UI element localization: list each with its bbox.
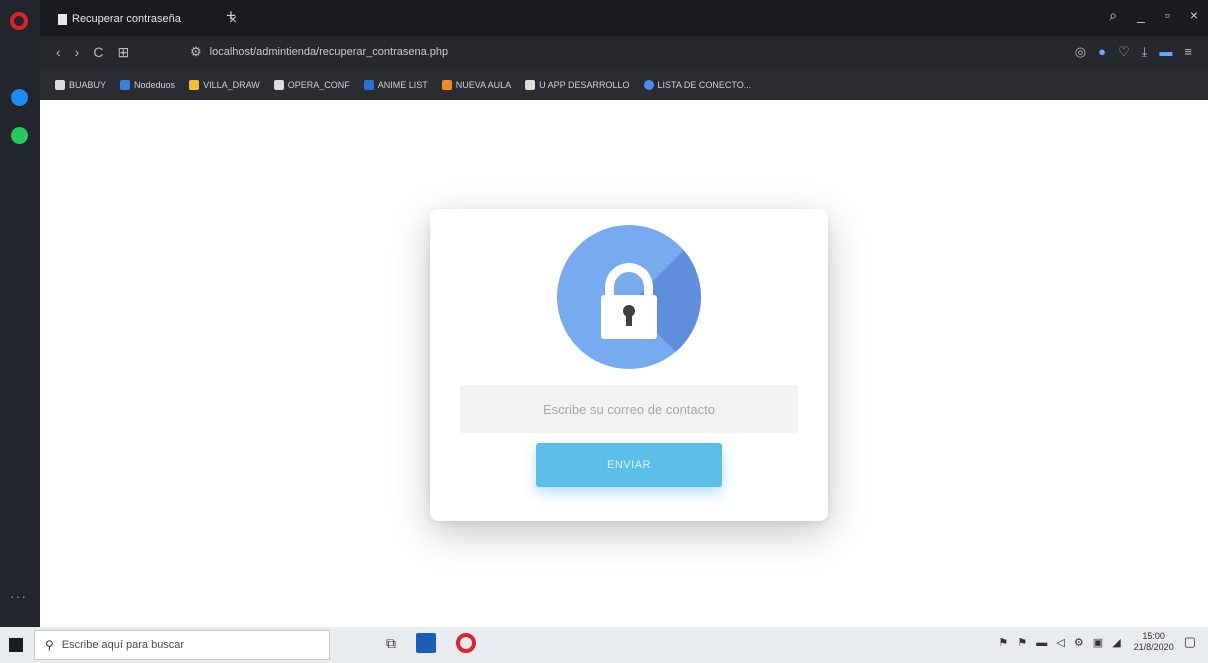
address-bar[interactable]: ⚙ localhost/admintienda/recuperar_contra… [190, 44, 448, 60]
taskbar-search[interactable]: ⚲ Escribe aquí para buscar [34, 630, 330, 660]
bookmark-nodeduos[interactable]: Nodeduos [120, 80, 175, 90]
windows-taskbar: ⚲ Escribe aquí para buscar ⧉ ⚑ ⚑ ▬ ◁ ⚙ ▣… [0, 627, 1208, 663]
clock-time: 15:00 [1142, 631, 1165, 641]
bookmark-label: VILLA_DRAW [203, 80, 260, 90]
bookmark-label: LISTA DE CONECTO... [657, 80, 752, 90]
tray-icons[interactable]: ⚑ ⚑ ▬ ◁ ⚙ ▣ ◢ [998, 636, 1123, 649]
list-icon [363, 80, 374, 90]
opera-sidebar: ··· [0, 0, 40, 627]
easy-setup-icon[interactable]: ≡ [1184, 44, 1192, 60]
bookmark-label: Nodeduos [134, 80, 176, 90]
favorites-icon[interactable]: ♡ [1118, 44, 1130, 60]
globe-icon [643, 80, 654, 90]
page-icon [525, 80, 536, 90]
new-tab-button[interactable]: + [226, 6, 236, 26]
notification-icon[interactable]: ▢ [1184, 634, 1196, 650]
url-text[interactable]: localhost/admintienda/recuperar_contrase… [210, 46, 449, 58]
whatsapp-icon[interactable] [11, 127, 28, 144]
clock-date: 21/8/2020 [1133, 642, 1174, 652]
bookmark-buabuy[interactable]: BUABUY [55, 80, 106, 90]
browser-toolbar: ◎ ● ♡ ⤓ ▬ ≡ [1075, 44, 1192, 60]
task-view-icon[interactable]: ⧉ [386, 635, 396, 652]
windows-start-icon[interactable] [9, 638, 23, 652]
taskbar-search-placeholder: Escribe aquí para buscar [61, 639, 185, 651]
page-content: ENVIAR [40, 100, 1208, 627]
email-field[interactable] [460, 385, 798, 433]
search-icon: ⚲ [45, 638, 54, 652]
vpn-icon[interactable]: ● [1098, 44, 1106, 60]
bookmark-lista-conecto[interactable]: LISTA DE CONECTO... [643, 80, 752, 90]
snapshot-icon[interactable]: ◎ [1075, 44, 1086, 60]
gear-icon [273, 80, 284, 90]
battery-saver-icon[interactable]: ▬ [1159, 44, 1172, 60]
bookmark-label: ANIME LIST [377, 80, 428, 90]
keyhole-slot [626, 312, 632, 326]
back-button[interactable]: ‹ [56, 44, 61, 61]
bookmark-label: OPERA_CONF [287, 80, 350, 90]
bookmark-villa-draw[interactable]: VILLA_DRAW [189, 80, 260, 90]
maximize-button[interactable]: ▫ [1165, 7, 1170, 24]
page-icon [55, 80, 65, 90]
forward-button[interactable]: › [75, 44, 80, 61]
navigation-buttons: ‹ › C ⊞ [56, 44, 129, 61]
bookmarks-bar: BUABUY Nodeduos VILLA_DRAW OPERA_CONF AN… [40, 70, 1208, 100]
address-bar-row: ‹ › C ⊞ ⚙ localhost/admintienda/recupera… [40, 36, 1208, 70]
facebook-icon [120, 80, 131, 90]
bookmark-label: U APP DESARROLLO [539, 80, 630, 90]
close-button[interactable]: × [1190, 7, 1198, 24]
opera-logo-icon[interactable] [10, 12, 28, 30]
recovery-card: ENVIAR [430, 209, 828, 521]
sidebar-more-button[interactable]: ··· [10, 588, 27, 604]
bookmark-label: NUEVA AULA [455, 80, 512, 90]
messenger-icon[interactable] [11, 89, 28, 106]
site-info-icon[interactable]: ⚙ [190, 44, 202, 60]
tab-recuperar[interactable]: Recuperar contraseña × [58, 6, 242, 32]
reload-button[interactable]: C [93, 44, 103, 61]
bookmark-anime-list[interactable]: ANIME LIST [363, 80, 428, 90]
system-tray: ⚑ ⚑ ▬ ◁ ⚙ ▣ ◢ 15:00 21/8/2020 ▢ [998, 631, 1196, 653]
lock-body [601, 295, 657, 339]
window-controls: ⌕ _ ▫ × [1109, 7, 1198, 24]
tab-search-icon[interactable]: ⌕ [1109, 7, 1117, 24]
bookmark-label: BUABUY [69, 80, 107, 90]
tab-bar: Recuperar contraseña × + ⌕ _ ▫ × [40, 0, 1208, 36]
minimize-button[interactable]: _ [1137, 7, 1145, 24]
opera-app-icon[interactable] [456, 633, 476, 653]
aula-icon [441, 80, 452, 90]
taskbar-apps: ⧉ [386, 633, 476, 653]
bookmark-nueva-aula[interactable]: NUEVA AULA [441, 80, 512, 90]
speed-dial-button[interactable]: ⊞ [117, 44, 129, 61]
bookmark-opera-conf[interactable]: OPERA_CONF [273, 80, 350, 90]
tab-title: Recuperar contraseña [72, 13, 181, 25]
send-button[interactable]: ENVIAR [536, 443, 722, 487]
drive-icon [189, 80, 200, 90]
lock-icon [557, 225, 701, 369]
clock[interactable]: 15:00 21/8/2020 [1134, 631, 1174, 653]
word-app-icon[interactable] [416, 633, 436, 653]
page-favicon-icon [58, 13, 67, 25]
bookmark-u-app[interactable]: U APP DESARROLLO [525, 80, 630, 90]
downloads-icon[interactable]: ⤓ [1142, 44, 1148, 60]
